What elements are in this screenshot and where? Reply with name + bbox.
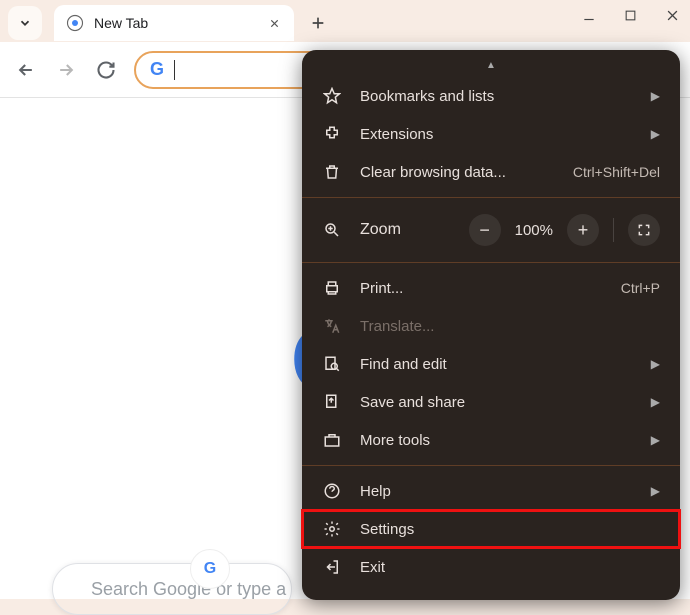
- menu-find-edit[interactable]: Find and edit ▶: [302, 345, 680, 383]
- close-icon: [269, 18, 280, 29]
- menu-label: Help: [360, 483, 633, 500]
- tabs-dropdown-button[interactable]: [8, 6, 42, 40]
- chevron-down-icon: [18, 16, 32, 30]
- menu-exit[interactable]: Exit: [302, 548, 680, 586]
- arrow-left-icon: [16, 60, 36, 80]
- close-icon: [665, 8, 680, 23]
- zoom-in-button[interactable]: +: [567, 214, 599, 246]
- menu-label: Translate...: [360, 318, 660, 335]
- menu-label: Save and share: [360, 394, 633, 411]
- tabstrip: New Tab: [0, 0, 690, 42]
- menu-clear-browsing-data[interactable]: Clear browsing data... Ctrl+Shift+Del: [302, 153, 680, 191]
- chevron-right-icon: ▶: [651, 395, 660, 409]
- menu-translate: Translate...: [302, 307, 680, 345]
- zoom-icon: [322, 221, 342, 239]
- share-icon: [322, 393, 342, 411]
- fullscreen-button[interactable]: [628, 214, 660, 246]
- menu-label: Print...: [360, 280, 603, 297]
- google-g-icon: G: [204, 560, 216, 578]
- minimize-icon: [582, 9, 596, 23]
- trash-icon: [322, 163, 342, 181]
- zoom-label: Zoom: [360, 221, 451, 239]
- menu-label: Exit: [360, 559, 660, 576]
- chrome-menu: ▲ Bookmarks and lists ▶ Extensions ▶ Cle…: [302, 50, 680, 600]
- text-cursor: [174, 60, 175, 80]
- minimize-button[interactable]: [582, 8, 596, 23]
- search-placeholder: Search Google or type a URL: [91, 579, 292, 600]
- menu-save-share[interactable]: Save and share ▶: [302, 383, 680, 421]
- menu-print[interactable]: Print... Ctrl+P: [302, 269, 680, 307]
- menu-scroll-up-icon: ▲: [302, 58, 680, 77]
- help-icon: [322, 482, 342, 500]
- menu-label: Extensions: [360, 126, 633, 143]
- forward-button[interactable]: [54, 58, 78, 82]
- menu-bookmarks[interactable]: Bookmarks and lists ▶: [302, 77, 680, 115]
- menu-settings[interactable]: Settings: [302, 510, 680, 548]
- menu-shortcut: Ctrl+Shift+Del: [573, 164, 660, 180]
- maximize-button[interactable]: [624, 8, 637, 23]
- back-button[interactable]: [14, 58, 38, 82]
- fullscreen-icon: [637, 223, 651, 237]
- chevron-right-icon: ▶: [651, 357, 660, 371]
- chrome-icon: [66, 14, 84, 32]
- menu-help[interactable]: Help ▶: [302, 472, 680, 510]
- menu-label: Bookmarks and lists: [360, 88, 633, 105]
- menu-more-tools[interactable]: More tools ▶: [302, 421, 680, 459]
- menu-extensions[interactable]: Extensions ▶: [302, 115, 680, 153]
- plus-icon: [310, 15, 326, 31]
- reload-button[interactable]: [94, 58, 118, 82]
- chevron-right-icon: ▶: [651, 89, 660, 103]
- toolbox-icon: [322, 431, 342, 449]
- print-icon: [322, 279, 342, 297]
- zoom-out-button[interactable]: −: [469, 214, 501, 246]
- find-icon: [322, 355, 342, 373]
- extension-icon: [322, 125, 342, 143]
- menu-separator: [302, 465, 680, 466]
- star-icon: [322, 87, 342, 105]
- maximize-icon: [624, 9, 637, 22]
- new-tab-button[interactable]: [310, 15, 326, 31]
- menu-label: Clear browsing data...: [360, 164, 555, 181]
- menu-zoom: Zoom − 100% +: [302, 204, 680, 256]
- shortcut-avatar[interactable]: G: [190, 549, 230, 589]
- menu-shortcut: Ctrl+P: [621, 280, 660, 296]
- google-g-icon: G: [150, 59, 164, 80]
- tab-newtab[interactable]: New Tab: [54, 5, 294, 41]
- menu-separator: [302, 197, 680, 198]
- menu-label: More tools: [360, 432, 633, 449]
- menu-label: Find and edit: [360, 356, 633, 373]
- tab-title: New Tab: [94, 15, 256, 31]
- reload-icon: [96, 60, 116, 80]
- tab-close-button[interactable]: [266, 15, 282, 31]
- zoom-value: 100%: [515, 222, 553, 239]
- exit-icon: [322, 558, 342, 576]
- close-window-button[interactable]: [665, 8, 680, 23]
- translate-icon: [322, 317, 342, 335]
- menu-label: Settings: [360, 521, 660, 538]
- menu-separator: [302, 262, 680, 263]
- chevron-right-icon: ▶: [651, 484, 660, 498]
- chevron-right-icon: ▶: [651, 127, 660, 141]
- search-box[interactable]: Search Google or type a URL: [52, 563, 292, 615]
- divider: [613, 218, 614, 242]
- chevron-right-icon: ▶: [651, 433, 660, 447]
- arrow-right-icon: [56, 60, 76, 80]
- gear-icon: [322, 520, 342, 538]
